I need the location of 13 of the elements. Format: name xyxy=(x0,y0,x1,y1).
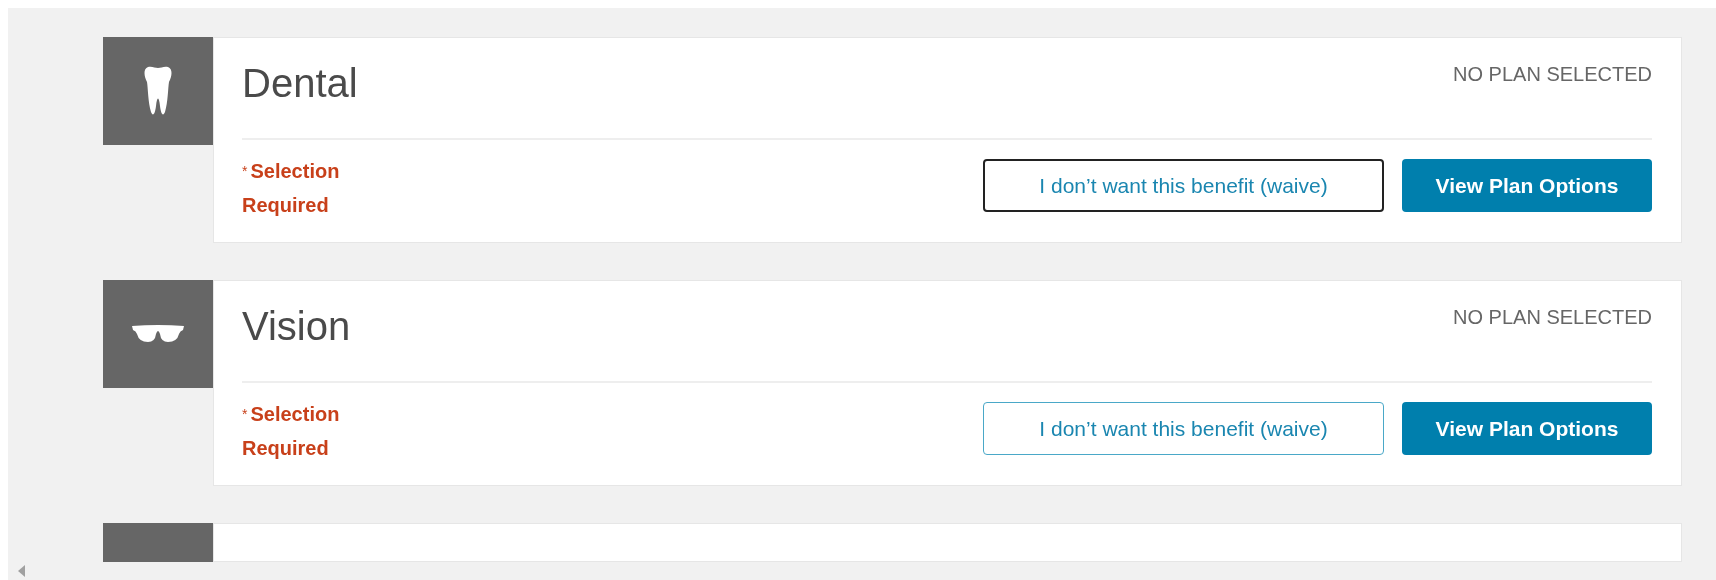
waive-button[interactable]: I don’t want this benefit (waive) xyxy=(983,402,1384,455)
plan-status: NO PLAN SELECTED xyxy=(1453,306,1652,329)
waive-button[interactable]: I don’t want this benefit (waive) xyxy=(983,159,1384,212)
benefit-title: Dental xyxy=(242,60,358,107)
benefit-title: Vision xyxy=(242,303,351,350)
required-note: *Selection Required xyxy=(242,159,341,218)
required-note: *Selection Required xyxy=(242,402,341,461)
glasses-icon xyxy=(132,325,184,343)
scroll-left-icon[interactable] xyxy=(18,565,25,577)
plan-status: NO PLAN SELECTED xyxy=(1453,63,1652,86)
view-plan-options-button[interactable]: View Plan Options xyxy=(1402,402,1652,455)
tooth-icon xyxy=(144,66,172,116)
view-plan-options-button[interactable]: View Plan Options xyxy=(1402,159,1652,212)
